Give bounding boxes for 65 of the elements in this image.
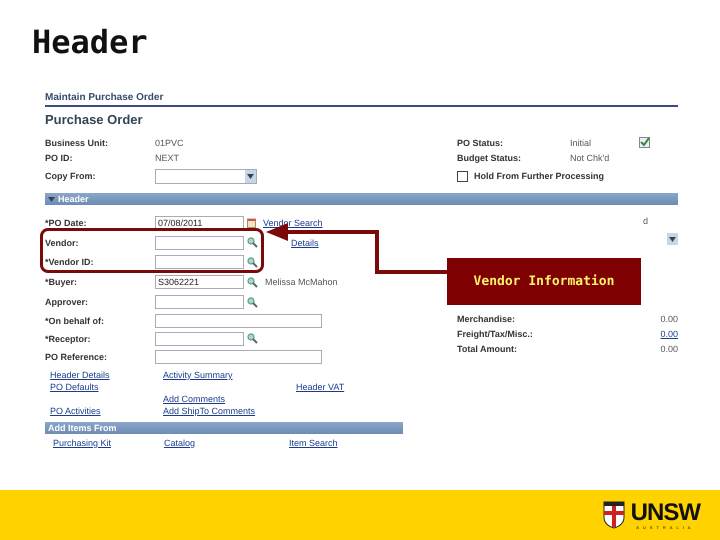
link[interactable]: Item Search: [289, 438, 389, 448]
caret-icon: [669, 236, 676, 242]
field-value: 01PVC: [155, 138, 184, 148]
input-field[interactable]: S3062221: [155, 275, 244, 290]
checkmark-icon: [639, 137, 650, 148]
slide-title: Header: [32, 22, 148, 62]
breadcrumb: Maintain Purchase Order: [45, 92, 678, 107]
field-label: *PO Date:: [45, 218, 88, 228]
input-field[interactable]: [155, 255, 244, 270]
calendar-icon[interactable]: [247, 218, 256, 228]
caret-icon: [247, 174, 254, 178]
input-field[interactable]: [155, 350, 322, 364]
search-icon[interactable]: [247, 276, 258, 288]
link[interactable]: Header Details: [45, 370, 158, 380]
input-field[interactable]: 07/08/2011: [155, 216, 244, 230]
link[interactable]: Header VAT: [291, 382, 411, 392]
link[interactable]: PO Defaults: [45, 382, 158, 392]
amount-value: 0.00: [660, 344, 678, 354]
callout: Vendor Information: [447, 258, 641, 305]
input-field[interactable]: [155, 295, 244, 310]
amount-label: Freight/Tax/Misc.:: [457, 328, 534, 338]
buyer-name: Melissa McMahon: [265, 277, 338, 288]
link[interactable]: Catalog: [164, 438, 289, 448]
page-title: Purchase Order: [45, 112, 144, 127]
amount-label: Merchandise:: [457, 314, 516, 324]
link[interactable]: Purchasing Kit: [53, 438, 164, 448]
field-label: Approver:: [45, 297, 90, 308]
dropdown-button[interactable]: [667, 233, 678, 245]
status-label: Budget Status:: [457, 152, 522, 162]
search-icon[interactable]: [247, 237, 258, 248]
field-label: *Receptor:: [45, 334, 92, 344]
field-label: *Buyer:: [45, 277, 78, 288]
input-field[interactable]: [155, 332, 244, 346]
section-title: Header: [58, 194, 89, 204]
field-label: *Vendor ID:: [45, 257, 95, 268]
field-label: Vendor:: [45, 238, 80, 248]
link[interactable]: Add Comments: [158, 394, 291, 404]
status-value: Initial: [570, 138, 592, 148]
link[interactable]: Details: [291, 238, 319, 248]
status-value: Not Chk'd: [570, 152, 610, 162]
link[interactable]: Activity Summary: [158, 370, 291, 380]
field-label: PO ID:: [45, 152, 74, 162]
status-label: PO Status:: [457, 138, 504, 148]
link[interactable]: Add ShipTo Comments: [158, 406, 291, 416]
search-icon[interactable]: [247, 256, 258, 268]
amount-label: Total Amount:: [457, 344, 518, 354]
checkbox-label: Hold From Further Processing: [474, 171, 606, 181]
amount-value: 0.00: [660, 314, 678, 324]
search-icon[interactable]: [247, 296, 258, 308]
field-label: *On behalf of:: [45, 316, 105, 326]
logo-text: UNSW: [630, 500, 700, 524]
input-field[interactable]: [155, 236, 244, 250]
copy-from-dropdown[interactable]: [155, 168, 257, 184]
hold-checkbox[interactable]: [457, 170, 468, 182]
field-label: Copy From:: [45, 171, 96, 181]
field-label: Business Unit:: [45, 138, 110, 148]
link[interactable]: PO Activities: [45, 406, 158, 416]
section-title: Add Items From: [48, 422, 117, 433]
search-icon[interactable]: [247, 333, 258, 344]
field-label: PO Reference:: [45, 352, 108, 362]
field-value: NEXT: [155, 152, 180, 162]
crest-icon: [602, 501, 625, 529]
input-field[interactable]: [155, 314, 322, 328]
partial-text: d: [642, 216, 648, 226]
amount-link[interactable]: 0.00: [660, 328, 678, 338]
